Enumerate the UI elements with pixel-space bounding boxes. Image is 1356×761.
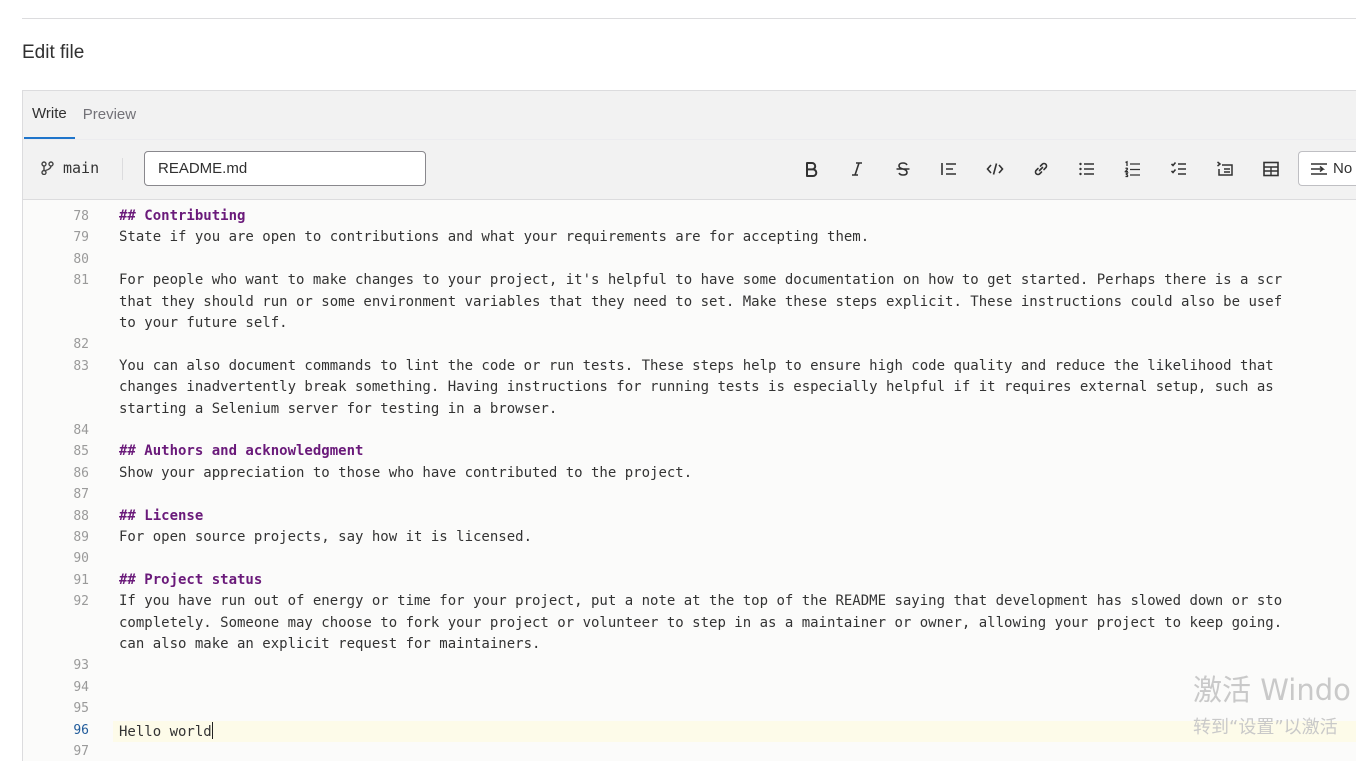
wrap-label: No — [1333, 160, 1353, 177]
tab-preview[interactable]: Preview — [75, 90, 144, 139]
line-number: 87 — [73, 487, 89, 503]
line-number: 91 — [73, 572, 89, 588]
code-line: to your future self. — [119, 315, 288, 331]
code-line: that they should run or some environment… — [119, 294, 1282, 310]
numbered-list-button[interactable] — [1121, 157, 1145, 181]
code-line-text: completely. Someone may choose to fork y… — [119, 614, 1283, 631]
markdown-heading-line: ## Contributing — [119, 208, 245, 224]
line-number: 94 — [73, 679, 89, 695]
tab-write[interactable]: Write — [24, 90, 75, 139]
quote-button[interactable] — [937, 157, 961, 181]
link-icon — [1034, 162, 1048, 176]
bulleted-list-button[interactable] — [1075, 157, 1099, 181]
bold-icon — [806, 162, 818, 177]
code-line: For open source projects, say how it is … — [119, 529, 532, 545]
code-line-text: You can also document commands to lint t… — [119, 357, 1274, 374]
numbered-list-icon — [1124, 160, 1140, 178]
code-line-text: For people who want to make changes to y… — [119, 272, 1283, 289]
wrap-icon — [1311, 162, 1327, 175]
branch-icon — [41, 161, 54, 175]
code-line: For people who want to make changes to y… — [119, 272, 1282, 288]
editor-toolbar: main README.md No — [23, 140, 1356, 200]
code-line: Hello world — [119, 721, 213, 740]
code-line-text: can also make an explicit request for ma… — [119, 636, 541, 652]
code-button[interactable] — [983, 157, 1007, 181]
soft-wrap-toggle[interactable]: No — [1298, 151, 1356, 186]
watermark-line-1: 激活 Windo — [1193, 673, 1351, 707]
line-number: 88 — [73, 508, 89, 524]
line-number: 79 — [73, 230, 89, 246]
markdown-heading-line: ## Project status — [119, 572, 262, 588]
code-line-text: ## Authors and acknowledgment — [119, 443, 364, 460]
toolbar-divider — [122, 158, 123, 180]
line-number: 82 — [73, 337, 89, 353]
watermark-line-2: 转到“设置”以激活 — [1193, 717, 1338, 738]
code-icon — [986, 163, 1004, 175]
code-line-text: ## Project status — [119, 571, 263, 588]
markdown-heading-line: ## Authors and acknowledgment — [119, 443, 363, 459]
editor-tabs: Write Preview — [23, 91, 1356, 140]
quote-icon — [941, 163, 956, 175]
code-line-text: that they should run or some environment… — [119, 293, 1283, 310]
bold-button[interactable] — [799, 157, 823, 181]
code-line-text: If you have run out of energy or time fo… — [119, 593, 1283, 610]
link-button[interactable] — [1029, 157, 1053, 181]
windows-activation-watermark: 激活 Windo 转到“设置”以激活 — [1193, 667, 1351, 739]
line-number: 93 — [73, 658, 89, 674]
table-icon — [1263, 161, 1279, 177]
line-number: 86 — [73, 465, 89, 481]
line-number: 80 — [73, 251, 89, 267]
line-number: 97 — [73, 744, 89, 759]
line-number: 81 — [73, 273, 89, 289]
branch-name: main — [63, 159, 100, 177]
code-line: If you have run out of energy or time fo… — [119, 593, 1282, 609]
branch-indicator: main — [41, 159, 99, 177]
line-number: 85 — [73, 444, 89, 460]
code-line-text: starting a Selenium server for testing i… — [119, 400, 558, 417]
line-number: 83 — [73, 358, 89, 374]
code-line: completely. Someone may choose to fork y… — [119, 615, 1282, 631]
italic-button[interactable] — [845, 157, 869, 181]
code-line: starting a Selenium server for testing i… — [119, 401, 557, 417]
task-list-button[interactable] — [1167, 157, 1191, 181]
code-line-text: ## License — [119, 507, 204, 524]
code-line-text: ## Contributing — [119, 208, 246, 224]
task-list-icon — [1170, 161, 1186, 175]
code-line-text: Hello world — [119, 723, 212, 740]
line-number: 84 — [73, 423, 89, 438]
file-editor: Write Preview main README.md No 78 ## Co… — [22, 90, 1356, 761]
code-line-text: Show your appreciation to those who have… — [119, 464, 693, 481]
line-number: 95 — [73, 701, 89, 717]
line-number: 78 — [73, 209, 89, 224]
top-divider — [22, 18, 1356, 19]
current-line-highlight — [113, 720, 1356, 742]
table-button[interactable] — [1259, 157, 1283, 181]
code-line-text: changes inadvertently break something. H… — [119, 379, 1274, 396]
strikethrough-icon — [896, 162, 910, 176]
code-line-text: to your future self. — [119, 315, 288, 331]
collapsible-section-button[interactable] — [1213, 157, 1237, 181]
italic-icon — [852, 162, 862, 176]
code-line: Show your appreciation to those who have… — [119, 465, 692, 481]
code-line-text: For open source projects, say how it is … — [119, 529, 533, 545]
page-title: Edit file — [22, 42, 85, 63]
line-number: 89 — [73, 530, 89, 545]
code-line: You can also document commands to lint t… — [119, 358, 1274, 374]
bulleted-list-icon — [1079, 162, 1094, 176]
line-number: 90 — [73, 551, 89, 567]
strikethrough-button[interactable] — [891, 157, 915, 181]
collapsible-section-icon — [1217, 161, 1233, 176]
code-line-text: State if you are open to contributions a… — [119, 229, 870, 246]
line-number: 96 — [73, 722, 89, 738]
line-number: 92 — [73, 594, 89, 610]
code-line: State if you are open to contributions a… — [119, 229, 869, 245]
code-line: changes inadvertently break something. H… — [119, 379, 1274, 395]
text-cursor — [211, 721, 213, 739]
filename-input[interactable] — [144, 151, 426, 186]
markdown-heading-line: ## License — [119, 508, 203, 524]
code-line: can also make an explicit request for ma… — [119, 636, 540, 652]
